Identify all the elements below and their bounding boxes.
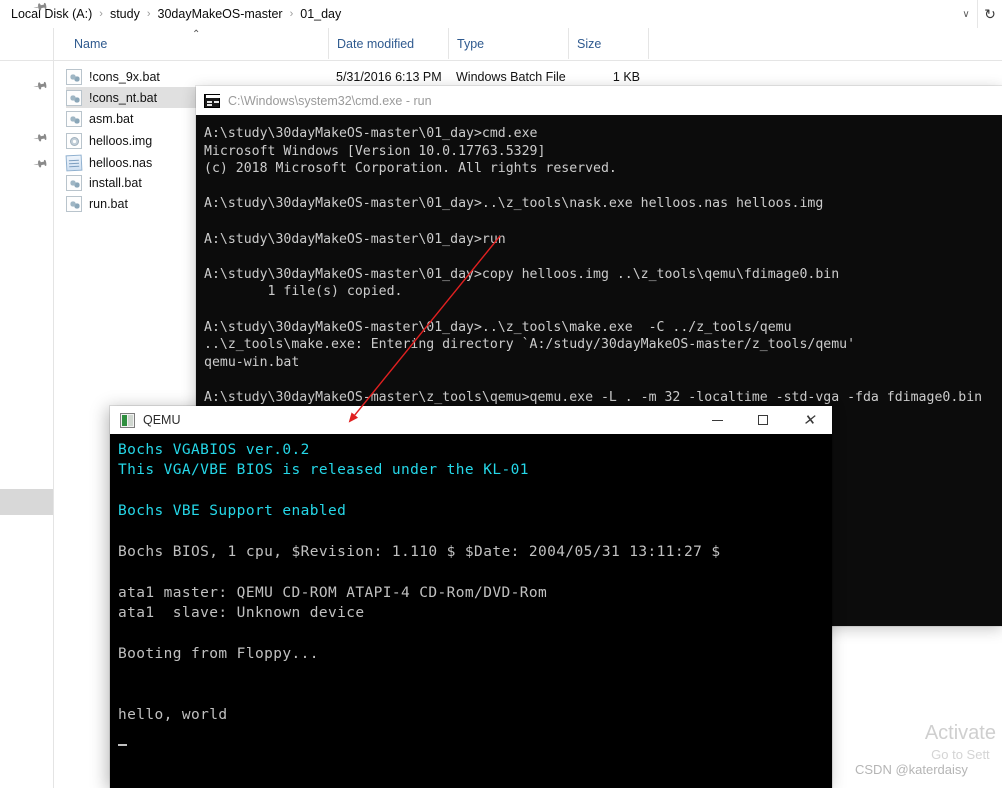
- file-name: run.bat: [89, 196, 128, 211]
- chevron-down-icon[interactable]: ∨: [955, 0, 977, 28]
- cmd-line-blank: [204, 178, 1002, 196]
- pin-icon[interactable]: 🖈: [32, 75, 51, 95]
- file-date-modified: 5/31/2016 6:13 PM: [336, 69, 442, 84]
- nav-pane-divider: [53, 28, 54, 788]
- qemu-title-bar[interactable]: QEMU ✕: [110, 406, 832, 434]
- bios-line-blank: [118, 522, 832, 542]
- list-item[interactable]: helloos.nas: [65, 152, 153, 173]
- windows-activation-watermark: Activate Go to Sett: [925, 722, 996, 766]
- bat-file-icon: [66, 195, 82, 212]
- breadcrumb-item-project[interactable]: 30dayMakeOS-master: [153, 5, 288, 23]
- cmd-line: A:\study\30dayMakeOS-master\01_day>..\z_…: [204, 196, 824, 212]
- cmd-line: A:\study\30dayMakeOS-master\01_day>cmd.e…: [204, 126, 538, 141]
- bios-line-blank: [118, 624, 832, 644]
- column-header-end-divider: [648, 28, 649, 59]
- breadcrumb[interactable]: Local Disk (A:) › study › 30dayMakeOS-ma…: [0, 0, 346, 28]
- screen-root: Local Disk (A:) › study › 30dayMakeOS-ma…: [0, 0, 1002, 788]
- pin-icon[interactable]: 🖈: [32, 153, 51, 173]
- column-header-date-modified[interactable]: Date modified: [328, 28, 448, 59]
- console-cursor: [118, 726, 832, 747]
- pin-icon[interactable]: 🖈: [32, 127, 51, 147]
- bios-line: Bochs BIOS, 1 cpu, $Revision: 1.110 $ $D…: [118, 544, 721, 561]
- cmd-line-blank: [204, 301, 1002, 319]
- breadcrumb-separator-icon: ›: [99, 8, 103, 20]
- sort-ascending-icon: ⌃: [192, 29, 201, 40]
- cmd-line-blank: [204, 371, 1002, 389]
- file-name: install.bat: [89, 175, 142, 190]
- cmd-title-bar[interactable]: C:\Windows\system32\cmd.exe - run: [196, 86, 1002, 115]
- bat-file-icon: [66, 68, 82, 85]
- minimize-button[interactable]: [694, 406, 740, 434]
- list-item[interactable]: run.bat: [66, 193, 128, 214]
- address-bar[interactable]: Local Disk (A:) › study › 30dayMakeOS-ma…: [0, 0, 1002, 29]
- bat-file-icon: [66, 110, 82, 127]
- list-item[interactable]: install.bat: [66, 172, 142, 193]
- bat-file-icon: [66, 174, 82, 191]
- maximize-icon: [758, 415, 768, 425]
- cmd-window-title: C:\Windows\system32\cmd.exe - run: [228, 93, 432, 108]
- file-type: Windows Batch File: [456, 69, 566, 84]
- qemu-app-icon: [120, 412, 135, 428]
- breadcrumb-item-drive[interactable]: Local Disk (A:): [6, 5, 97, 23]
- activate-line-1: Activate: [924, 722, 996, 744]
- bios-line: Booting from Floppy...: [118, 646, 319, 663]
- cmd-line: A:\study\30dayMakeOS-master\z_tools\qemu…: [204, 389, 983, 405]
- file-name: helloos.nas: [89, 155, 153, 170]
- bios-line: This VGA/VBE BIOS is released under the …: [118, 462, 529, 479]
- qemu-window[interactable]: QEMU ✕ Bochs VGABIOS ver.0.2 This VGA/VB…: [110, 406, 832, 788]
- bios-line: Bochs VBE Support enabled: [118, 503, 347, 520]
- bios-line: Bochs VGABIOS ver.0.2: [118, 442, 310, 458]
- bios-line-blank: [118, 562, 832, 582]
- list-item[interactable]: !cons_9x.bat: [66, 66, 160, 87]
- bios-line-blank: [118, 685, 832, 705]
- cmd-line: (c) 2018 Microsoft Corporation. All righ…: [204, 161, 617, 177]
- list-item[interactable]: helloos.img: [66, 130, 152, 151]
- maximize-button[interactable]: [740, 406, 786, 434]
- close-icon: ✕: [802, 411, 816, 429]
- cmd-line: 1 file(s) copied.: [204, 284, 403, 300]
- cmd-line: qemu-win.bat: [204, 354, 300, 370]
- breadcrumb-item-current[interactable]: 01_day: [295, 5, 346, 23]
- bios-line-blank: [118, 481, 832, 501]
- minimize-icon: [711, 419, 723, 421]
- breadcrumb-separator-icon: ›: [146, 8, 151, 20]
- bat-file-icon: [66, 89, 82, 106]
- disc-image-icon: [66, 132, 82, 149]
- close-button[interactable]: ✕: [786, 406, 832, 434]
- refresh-icon[interactable]: ↻: [977, 0, 1002, 28]
- cmd-line-blank: [204, 213, 1002, 231]
- cmd-console-icon: [204, 93, 220, 108]
- file-name: asm.bat: [89, 111, 134, 126]
- os-output-line: hello, world: [118, 707, 228, 724]
- breadcrumb-item-study[interactable]: study: [105, 5, 145, 23]
- file-name: helloos.img: [89, 133, 153, 148]
- list-item[interactable]: asm.bat: [66, 108, 133, 129]
- bios-line: ata1 master: QEMU CD-ROM ATAPI-4 CD-Rom/…: [118, 584, 548, 601]
- cmd-line-blank: [204, 248, 1002, 266]
- breadcrumb-separator-icon: ›: [289, 8, 294, 20]
- qemu-console-output[interactable]: Bochs VGABIOS ver.0.2 This VGA/VBE BIOS …: [110, 434, 832, 788]
- address-bar-controls: ∨ ↻: [955, 0, 1002, 28]
- text-file-icon: [65, 154, 83, 171]
- cmd-line: Microsoft Windows [Version 10.0.17763.53…: [204, 143, 546, 159]
- file-size: 1 KB: [612, 69, 640, 84]
- column-header-size[interactable]: Size: [568, 28, 648, 59]
- file-name: !cons_nt.bat: [89, 90, 158, 105]
- cmd-line: A:\study\30dayMakeOS-master\01_day>copy …: [204, 266, 840, 282]
- cmd-line: A:\study\30dayMakeOS-master\01_day>..\z_…: [204, 319, 792, 335]
- qemu-window-title: QEMU: [143, 413, 181, 427]
- csdn-watermark: CSDN @katerdaisy: [855, 762, 968, 777]
- cmd-line: A:\study\30dayMakeOS-master\01_day>run: [204, 231, 506, 247]
- column-header-type[interactable]: Type: [448, 28, 568, 59]
- cmd-line: ..\z_tools\make.exe: Entering directory …: [204, 337, 856, 353]
- nav-pane-highlight-block[interactable]: [0, 489, 53, 515]
- bios-line: ata1 slave: Unknown device: [118, 605, 365, 622]
- file-name: !cons_9x.bat: [89, 69, 160, 84]
- bios-line-blank: [118, 664, 832, 684]
- window-controls: ✕: [694, 406, 832, 434]
